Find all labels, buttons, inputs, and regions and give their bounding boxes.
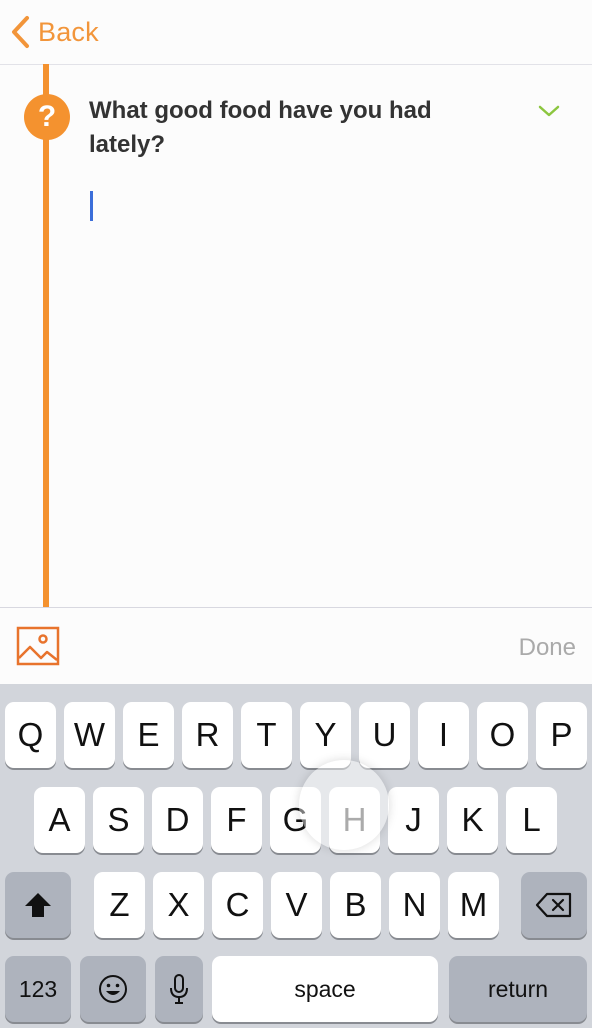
key-i[interactable]: I bbox=[418, 702, 469, 768]
numbers-key[interactable]: 123 bbox=[5, 956, 71, 1022]
emoji-icon bbox=[99, 975, 127, 1003]
key-q[interactable]: Q bbox=[5, 702, 56, 768]
key-f[interactable]: F bbox=[211, 787, 262, 853]
nav-bar: Back bbox=[0, 0, 592, 65]
key-m[interactable]: M bbox=[448, 872, 499, 938]
back-button[interactable]: Back bbox=[10, 12, 99, 52]
key-g[interactable]: G bbox=[270, 787, 321, 853]
key-u[interactable]: U bbox=[359, 702, 410, 768]
key-c[interactable]: C bbox=[212, 872, 263, 938]
return-key[interactable]: return bbox=[449, 956, 587, 1022]
key-s[interactable]: S bbox=[93, 787, 144, 853]
question-text: What good food have you had lately? bbox=[89, 97, 432, 158]
emoji-key[interactable] bbox=[80, 956, 146, 1022]
key-x[interactable]: X bbox=[153, 872, 204, 938]
key-d[interactable]: D bbox=[152, 787, 203, 853]
key-a[interactable]: A bbox=[34, 787, 85, 853]
key-h[interactable]: H bbox=[329, 787, 380, 853]
done-button[interactable]: Done bbox=[519, 634, 576, 662]
input-toolbar: Done bbox=[0, 607, 592, 684]
chevron-down-icon[interactable] bbox=[538, 104, 560, 118]
timeline-line bbox=[43, 64, 49, 607]
backspace-icon bbox=[535, 892, 572, 918]
key-j[interactable]: J bbox=[388, 787, 439, 853]
key-y[interactable]: Y bbox=[300, 702, 351, 768]
key-k[interactable]: K bbox=[447, 787, 498, 853]
key-z[interactable]: Z bbox=[94, 872, 145, 938]
image-icon[interactable] bbox=[16, 626, 60, 666]
shift-icon bbox=[25, 893, 51, 917]
key-n[interactable]: N bbox=[389, 872, 440, 938]
key-r[interactable]: R bbox=[182, 702, 233, 768]
key-o[interactable]: O bbox=[477, 702, 528, 768]
microphone-icon bbox=[170, 974, 188, 1004]
keyboard: QWERTYUIOP ASDFGHJKL ZXCVBNM 123 space r… bbox=[0, 684, 592, 1028]
key-p[interactable]: P bbox=[536, 702, 587, 768]
delete-key[interactable] bbox=[521, 872, 587, 938]
back-label: Back bbox=[38, 16, 99, 47]
space-key[interactable]: space bbox=[212, 956, 438, 1022]
key-t[interactable]: T bbox=[241, 702, 292, 768]
key-e[interactable]: E bbox=[123, 702, 174, 768]
chevron-left-icon bbox=[12, 16, 29, 48]
answer-input[interactable] bbox=[89, 185, 559, 585]
key-w[interactable]: W bbox=[64, 702, 115, 768]
question-icon: ? bbox=[24, 94, 70, 140]
key-v[interactable]: V bbox=[271, 872, 322, 938]
dictation-key[interactable] bbox=[155, 956, 203, 1022]
key-b[interactable]: B bbox=[330, 872, 381, 938]
text-cursor bbox=[90, 191, 93, 221]
shift-key[interactable] bbox=[5, 872, 71, 938]
key-l[interactable]: L bbox=[506, 787, 557, 853]
